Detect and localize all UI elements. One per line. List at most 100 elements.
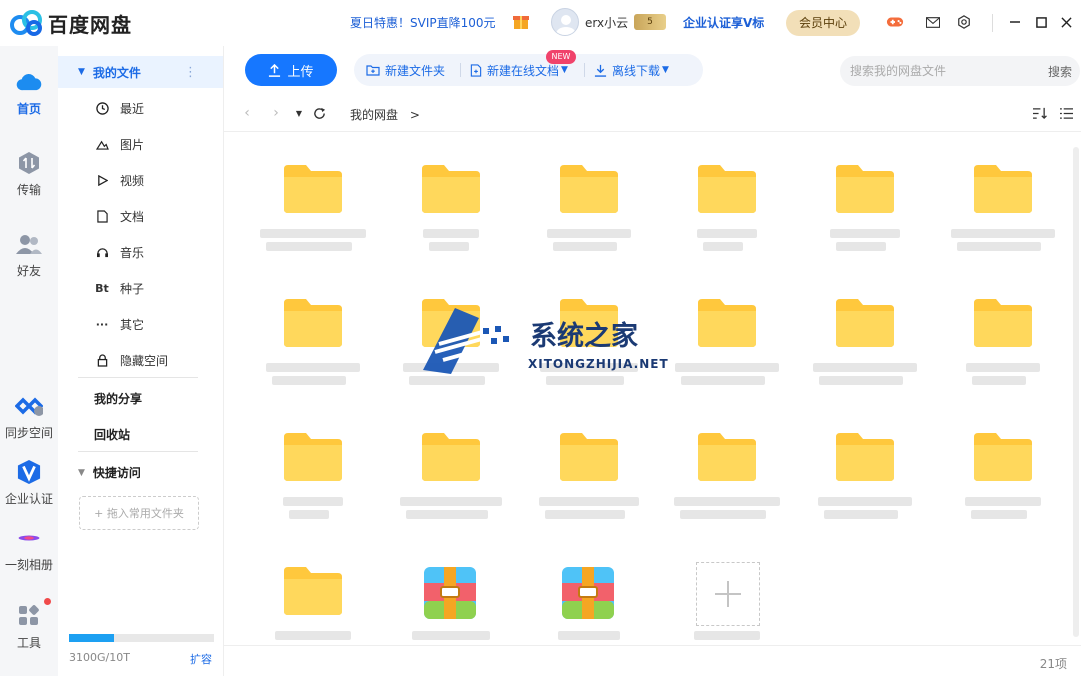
folder-item[interactable] [920, 267, 1058, 401]
refresh-icon[interactable] [310, 104, 328, 122]
folder-item[interactable] [920, 401, 1058, 535]
nav-quick-access[interactable]: ▼ 快捷访问 [78, 464, 141, 481]
rail-item-home[interactable]: 首页 [0, 68, 58, 117]
folder-item[interactable] [368, 133, 506, 267]
nav-item-hidden-space[interactable]: 隐藏空间 [94, 348, 200, 372]
new-folder-button[interactable]: 新建文件夹 [366, 54, 445, 86]
nav-item-torrents[interactable]: Bt 种子 [94, 276, 200, 300]
close-icon[interactable] [1057, 13, 1075, 31]
gamepad-icon[interactable] [886, 13, 904, 31]
folder-item[interactable] [644, 133, 782, 267]
file-name-blurred [545, 510, 625, 519]
gift-icon[interactable] [512, 12, 530, 30]
rail-item-sync[interactable]: 同步空间 [0, 392, 58, 441]
nav-item-images[interactable]: 图片 [94, 132, 200, 156]
archive-file-item[interactable] [506, 535, 644, 643]
file-name-blurred [697, 229, 757, 238]
rail-label-home: 首页 [16, 102, 41, 116]
add-item-tile[interactable] [644, 535, 782, 643]
file-name-blurred [703, 242, 743, 251]
caret-down-icon: ▼ [78, 467, 85, 478]
file-name-blurred [836, 242, 886, 251]
folder-item[interactable] [230, 401, 368, 535]
rail-label-friends: 好友 [16, 264, 41, 278]
svip-promo-link[interactable]: 夏日特惠！SVIP直降100元 [350, 14, 496, 31]
upload-button-label: 上传 [287, 64, 314, 80]
member-center-button[interactable]: 会员中心 [786, 10, 860, 36]
nav-item-label: 音乐 [120, 245, 145, 260]
folder-icon [696, 163, 758, 215]
sort-icon[interactable] [1030, 104, 1048, 122]
clock-icon [94, 100, 110, 116]
image-icon [94, 136, 110, 152]
nav-item-videos[interactable]: 视频 [94, 168, 200, 192]
avatar[interactable] [551, 8, 579, 36]
rail-item-transfer[interactable]: 传输 [0, 149, 58, 198]
nav-item-label: 图片 [120, 137, 145, 152]
file-name-blurred [289, 510, 329, 519]
nav-item-documents[interactable]: 文档 [94, 204, 200, 228]
archive-file-item[interactable] [368, 535, 506, 643]
forward-arrow-icon[interactable]: › [267, 104, 285, 122]
nav-item-recent[interactable]: 最近 [94, 96, 200, 120]
scrollbar[interactable] [1073, 147, 1079, 637]
file-name-blurred [547, 229, 631, 238]
folder-icon [420, 163, 482, 215]
watermark-title: 系统之家 [530, 321, 638, 352]
file-name-blurred [275, 631, 351, 640]
nav-item-label: 隐藏空间 [120, 353, 169, 368]
file-name-blurred [558, 631, 620, 640]
folder-item[interactable] [506, 133, 644, 267]
file-name-blurred [546, 376, 624, 385]
breadcrumb-root[interactable]: 我的网盘 [350, 108, 398, 122]
nav-my-files[interactable]: ▼ 我的文件 ⋮ [58, 56, 223, 88]
folder-icon [834, 297, 896, 349]
folder-item[interactable] [230, 535, 368, 643]
add-icon[interactable] [696, 562, 760, 626]
offline-download-button[interactable]: 离线下载 ▼ [594, 54, 669, 86]
file-name-blurred [272, 376, 346, 385]
folder-item[interactable] [644, 267, 782, 401]
nav-recycle-bin[interactable]: 回收站 [94, 426, 130, 443]
mail-icon[interactable] [924, 13, 942, 31]
folder-item[interactable] [920, 133, 1058, 267]
folder-item[interactable] [782, 267, 920, 401]
nav-item-music[interactable]: 音乐 [94, 240, 200, 264]
folder-item[interactable] [782, 133, 920, 267]
nav-divider [78, 377, 198, 378]
rail-item-friends[interactable]: 好友 [0, 230, 58, 279]
nav-my-share[interactable]: 我的分享 [94, 390, 142, 407]
file-name-blurred [406, 510, 488, 519]
folder-item[interactable] [230, 133, 368, 267]
expand-storage-link[interactable]: 扩容 [190, 651, 212, 667]
nav-item-other[interactable]: ··· 其它 [94, 312, 200, 336]
folder-icon [558, 431, 620, 483]
folder-item[interactable] [230, 267, 368, 401]
search-button[interactable]: 搜索 [1048, 63, 1072, 80]
folder-item[interactable] [644, 401, 782, 535]
rail-item-tools[interactable]: 工具 [0, 598, 58, 651]
folder-item[interactable] [506, 401, 644, 535]
more-vertical-icon[interactable]: ⋮ [184, 65, 197, 80]
history-dropdown-icon[interactable]: ▼ [290, 104, 308, 122]
enterprise-verify-link[interactable]: 企业认证享V标 [683, 14, 764, 31]
folder-item[interactable] [782, 401, 920, 535]
lock-icon [94, 352, 110, 368]
folder-item[interactable] [368, 401, 506, 535]
minimize-icon[interactable] [1006, 13, 1024, 31]
upload-button[interactable]: 上传 [245, 54, 337, 86]
rail-item-enterprise[interactable]: 企业认证 [0, 458, 58, 507]
list-view-icon[interactable] [1057, 104, 1075, 122]
folder-icon [696, 297, 758, 349]
nav-item-label: 最近 [120, 101, 145, 116]
maximize-icon[interactable] [1032, 13, 1050, 31]
folder-icon [696, 431, 758, 483]
rail-item-album[interactable]: 一刻相册 [0, 524, 58, 573]
back-arrow-icon[interactable]: ‹ [238, 104, 256, 122]
username[interactable]: erx小云 [585, 14, 628, 31]
quick-access-drop-zone[interactable]: + 拖入常用文件夹 [79, 496, 199, 530]
search-input[interactable] [850, 64, 1040, 78]
app-title: 百度网盘 [48, 12, 132, 37]
app-window: 百度网盘 夏日特惠！SVIP直降100元 erx小云 5 企业认证享V标 会员中… [0, 0, 1081, 676]
settings-icon[interactable] [955, 13, 973, 31]
